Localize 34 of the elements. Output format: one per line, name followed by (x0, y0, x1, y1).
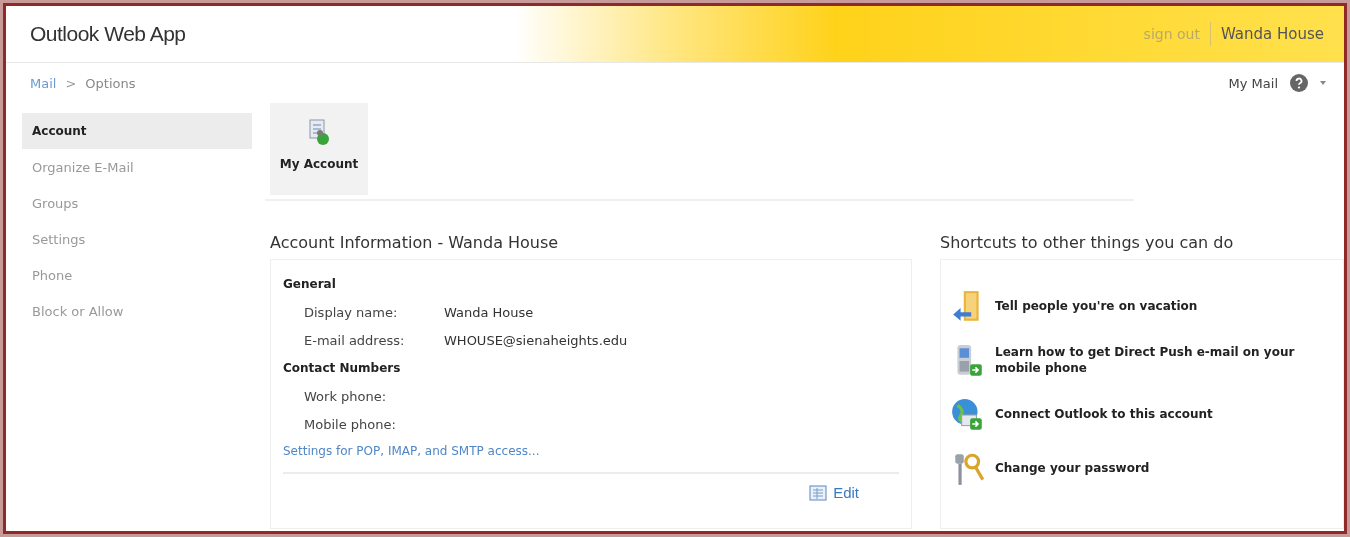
sidebar-item[interactable]: Organize E-Mail (22, 149, 252, 185)
group-heading: General (283, 276, 337, 293)
settings-link[interactable]: Settings for POP, IMAP, and SMTP access... (283, 444, 540, 458)
section-title: Shortcuts to other things you can do (940, 233, 1235, 252)
breadcrumb-current: Options (85, 75, 136, 91)
breadcrumb-link[interactable]: Mail (30, 75, 57, 91)
field-label: E-mail address: (304, 332, 406, 348)
shortcut-link[interactable]: Tell people you're on vacation (995, 299, 1198, 315)
shortcut-link[interactable]: Change your password (995, 461, 1150, 477)
help-icon[interactable] (1290, 74, 1308, 92)
globe-icon (951, 397, 985, 433)
user-name: Wanda House (1220, 25, 1324, 43)
app-logo: Outlook Web App (30, 22, 186, 46)
table-icon (809, 484, 828, 501)
shortcut-link[interactable]: Connect Outlook to this account (995, 407, 1213, 423)
sidebar-item[interactable]: Account (22, 113, 252, 149)
breadcrumb-separator: > (65, 75, 77, 91)
field-value: WHOUSE@sienaheights.edu (444, 332, 628, 348)
field-label: Mobile phone: (304, 416, 397, 432)
section-title: Account Information - Wanda House (270, 233, 560, 252)
sidebar-item[interactable]: Groups (22, 185, 252, 221)
group-heading: Contact Numbers (283, 360, 402, 377)
shortcut-link[interactable]: Learn how to get Direct Push e-mail on your mobile phone (995, 345, 1335, 377)
field-label: Display name: (304, 304, 399, 320)
sidebar-item[interactable]: Phone (22, 257, 252, 293)
my-mail-link[interactable]: My Mail (1228, 75, 1278, 91)
tab[interactable]: My Account (270, 103, 368, 195)
edit-button[interactable]: Edit (809, 484, 859, 501)
field-value: Wanda House (444, 304, 534, 320)
account-card-icon (308, 119, 330, 147)
caret-icon[interactable] (1320, 81, 1326, 85)
field-label: Work phone: (304, 388, 388, 404)
sidebar-item[interactable]: Block or Allow (22, 293, 252, 329)
sidebar-item[interactable]: Settings (22, 221, 252, 257)
